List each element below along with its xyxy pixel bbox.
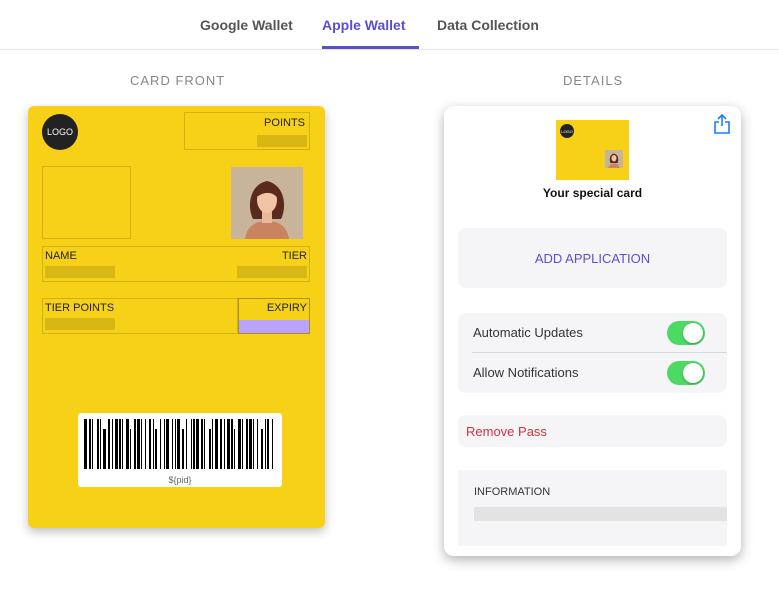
allow-notifications-toggle[interactable] bbox=[667, 361, 705, 385]
tab-apple-wallet[interactable]: Apple Wallet bbox=[322, 17, 406, 33]
toggle-knob bbox=[683, 363, 703, 383]
barcode-icon bbox=[84, 419, 273, 469]
name-value-placeholder[interactable] bbox=[45, 266, 115, 278]
add-application-label: ADD APPLICATION bbox=[534, 250, 651, 266]
toggle-group: Automatic Updates Allow Notifications bbox=[458, 313, 727, 393]
person-avatar-icon bbox=[231, 167, 303, 239]
member-photo[interactable] bbox=[231, 167, 303, 239]
share-icon[interactable] bbox=[713, 114, 731, 134]
expiry-field[interactable]: EXPIRY bbox=[238, 298, 310, 334]
points-value-placeholder bbox=[257, 135, 307, 147]
barcode-text: ${pid} bbox=[168, 475, 192, 485]
card-front: LOGO POINTS NAME TIER TIER POINTS EXPIRY… bbox=[28, 106, 325, 528]
mini-photo-icon bbox=[605, 150, 623, 168]
card-logo[interactable]: LOGO bbox=[42, 114, 78, 150]
expiry-label: EXPIRY bbox=[266, 302, 307, 314]
active-tab-indicator bbox=[322, 46, 419, 49]
add-application-button[interactable]: ADD APPLICATION bbox=[458, 228, 727, 288]
allow-notifications-label: Allow Notifications bbox=[473, 365, 579, 380]
tab-bar: Google Wallet Apple Wallet Data Collecti… bbox=[0, 0, 779, 50]
information-section: INFORMATION bbox=[458, 470, 727, 546]
allow-notifications-row: Allow Notifications bbox=[458, 353, 727, 393]
details-heading: DETAILS bbox=[563, 73, 624, 88]
toggle-knob bbox=[683, 323, 703, 343]
tier-label: TIER bbox=[281, 250, 307, 262]
tier-value-placeholder[interactable] bbox=[237, 266, 307, 278]
tier-points-field[interactable]: TIER POINTS bbox=[42, 298, 238, 334]
automatic-updates-label: Automatic Updates bbox=[473, 325, 583, 340]
automatic-updates-toggle[interactable] bbox=[667, 321, 705, 345]
remove-pass-label: Remove Pass bbox=[466, 424, 547, 439]
expiry-value-placeholder bbox=[239, 320, 309, 333]
remove-pass-button[interactable]: Remove Pass bbox=[458, 415, 727, 447]
points-field[interactable]: POINTS bbox=[184, 112, 310, 150]
name-tier-row: NAME TIER bbox=[42, 246, 310, 282]
strip-image-placeholder[interactable] bbox=[42, 166, 131, 239]
mini-logo: LOGO bbox=[560, 124, 574, 138]
tab-google-wallet[interactable]: Google Wallet bbox=[200, 17, 293, 33]
barcode[interactable]: ${pid} bbox=[78, 413, 282, 487]
card-name: Your special card bbox=[542, 186, 643, 200]
tier-points-label: TIER POINTS bbox=[45, 302, 115, 314]
information-value-placeholder[interactable] bbox=[474, 507, 727, 521]
automatic-updates-row: Automatic Updates bbox=[472, 313, 727, 353]
name-label: NAME bbox=[45, 250, 77, 262]
card-front-heading: CARD FRONT bbox=[130, 73, 226, 88]
details-preview: LOGO Your special card ADD APPLICATION A… bbox=[444, 106, 741, 556]
information-label: INFORMATION bbox=[474, 486, 551, 498]
tab-data-collection[interactable]: Data Collection bbox=[437, 17, 539, 33]
tier-points-value-placeholder bbox=[45, 318, 115, 330]
card-thumbnail: LOGO bbox=[556, 120, 629, 180]
points-label: POINTS bbox=[264, 117, 305, 129]
